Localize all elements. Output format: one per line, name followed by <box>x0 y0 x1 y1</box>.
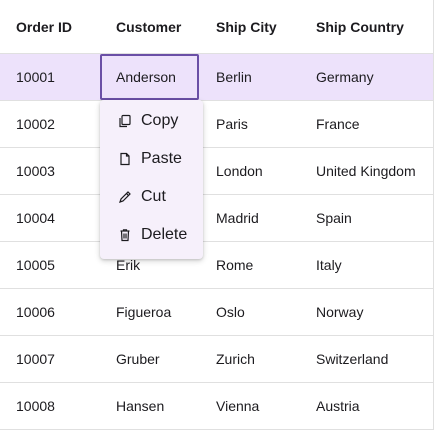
table-row[interactable]: 10005 Erik Rome Italy <box>0 242 434 289</box>
menu-item-delete[interactable]: Delete <box>100 216 203 254</box>
cell-order-id[interactable]: 10003 <box>16 148 55 194</box>
cell-ship-country[interactable]: France <box>316 101 360 147</box>
cell-customer[interactable]: Figueroa <box>116 289 171 335</box>
data-grid: Order ID Customer Ship City Ship Country… <box>0 0 434 430</box>
header-row: Order ID Customer Ship City Ship Country <box>0 0 434 54</box>
cell-ship-city[interactable]: Vienna <box>216 383 259 429</box>
table-row[interactable]: 10002 Paris France <box>0 101 434 148</box>
column-header-ship-country[interactable]: Ship Country <box>316 0 404 53</box>
cell-ship-city[interactable]: Zurich <box>216 336 255 382</box>
menu-item-cut[interactable]: Cut <box>100 178 203 216</box>
cut-icon <box>118 190 132 204</box>
cell-customer[interactable]: Anderson <box>116 54 176 100</box>
table-row[interactable]: 10006 Figueroa Oslo Norway <box>0 289 434 336</box>
cell-order-id[interactable]: 10008 <box>16 383 55 429</box>
menu-item-label: Copy <box>141 112 179 129</box>
copy-icon <box>118 114 132 128</box>
context-menu: Copy Paste Cut Delete <box>100 100 203 259</box>
menu-item-copy[interactable]: Copy <box>100 102 203 140</box>
cell-ship-city[interactable]: Rome <box>216 242 253 288</box>
table-row[interactable]: 10003 London United Kingdom <box>0 148 434 195</box>
cell-ship-country[interactable]: Norway <box>316 289 363 335</box>
cell-ship-city[interactable]: Paris <box>216 101 248 147</box>
column-header-order-id[interactable]: Order ID <box>16 0 72 53</box>
cell-ship-country[interactable]: Switzerland <box>316 336 388 382</box>
cell-order-id[interactable]: 10005 <box>16 242 55 288</box>
cell-ship-country[interactable]: Italy <box>316 242 342 288</box>
menu-item-label: Delete <box>141 226 188 243</box>
cell-customer[interactable]: Hansen <box>116 383 164 429</box>
cell-ship-country[interactable]: Spain <box>316 195 352 241</box>
cell-ship-city[interactable]: London <box>216 148 263 194</box>
cell-customer[interactable]: Gruber <box>116 336 160 382</box>
column-header-customer[interactable]: Customer <box>116 0 181 53</box>
table-row[interactable]: 10007 Gruber Zurich Switzerland <box>0 336 434 383</box>
table-row[interactable]: 10001 Anderson Berlin Germany <box>0 54 434 101</box>
cell-order-id[interactable]: 10006 <box>16 289 55 335</box>
table-row[interactable]: 10004 Madrid Spain <box>0 195 434 242</box>
cell-order-id[interactable]: 10004 <box>16 195 55 241</box>
cell-ship-city[interactable]: Madrid <box>216 195 259 241</box>
cell-ship-city[interactable]: Berlin <box>216 54 252 100</box>
cell-order-id[interactable]: 10001 <box>16 54 55 100</box>
column-header-ship-city[interactable]: Ship City <box>216 0 277 53</box>
cell-order-id[interactable]: 10007 <box>16 336 55 382</box>
cell-ship-country[interactable]: United Kingdom <box>316 148 416 194</box>
cell-ship-country[interactable]: Austria <box>316 383 360 429</box>
menu-item-paste[interactable]: Paste <box>100 140 203 178</box>
menu-item-label: Cut <box>141 188 166 205</box>
cell-ship-city[interactable]: Oslo <box>216 289 245 335</box>
menu-item-label: Paste <box>141 150 182 167</box>
cell-order-id[interactable]: 10002 <box>16 101 55 147</box>
table-row[interactable]: 10008 Hansen Vienna Austria <box>0 383 434 430</box>
cell-ship-country[interactable]: Germany <box>316 54 374 100</box>
delete-icon <box>118 228 132 242</box>
paste-icon <box>118 152 132 166</box>
